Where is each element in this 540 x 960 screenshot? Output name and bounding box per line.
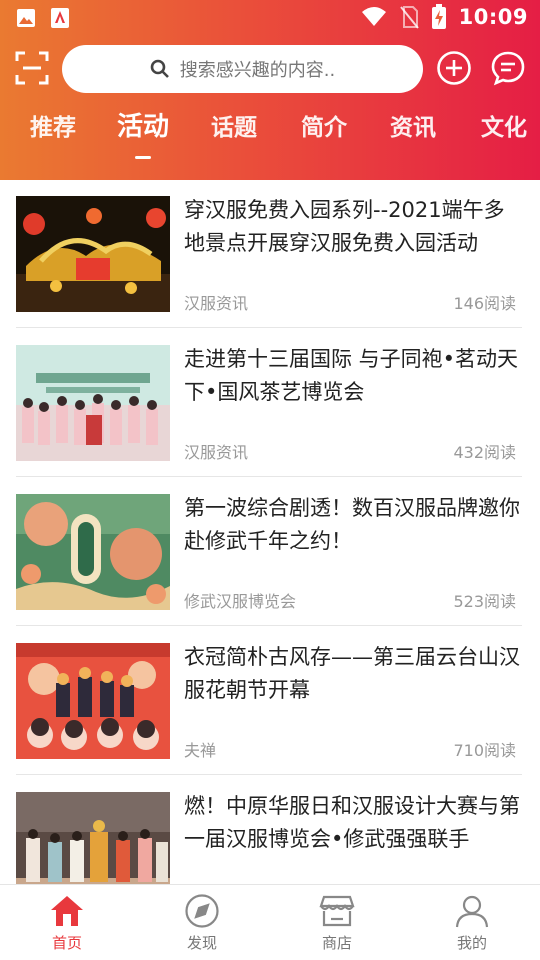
clock: 10:09: [458, 5, 528, 29]
search-placeholder: 搜索感兴趣的内容..: [179, 60, 336, 81]
nav-shop-label: 商店: [321, 934, 352, 952]
status-bar: 10:09: [0, 0, 540, 36]
tab-topics[interactable]: 话题: [211, 108, 257, 142]
plus-circle-icon: [437, 51, 471, 85]
nav-profile[interactable]: 我的: [422, 893, 522, 957]
article-thumbnail: [16, 494, 170, 610]
article-item[interactable]: 走进第十三届国际 与子同袍•茗动天下•国风茶艺博览会 汉服资讯 432阅读: [16, 329, 522, 477]
bottom-navigation: 首页 发现 商店 我的: [0, 884, 540, 960]
add-button[interactable]: [436, 50, 472, 86]
scan-button[interactable]: [12, 48, 52, 88]
chat-bubble-icon: [491, 51, 525, 86]
article-source: 汉服资讯: [184, 443, 249, 462]
nav-shop[interactable]: 商店: [287, 893, 387, 957]
article-read-count: 146阅读: [453, 294, 516, 313]
scan-icon: [15, 51, 49, 85]
article-source: 修武汉服博览会: [184, 592, 297, 611]
app-notification-icon: [51, 8, 69, 28]
search-icon: [150, 59, 169, 78]
tab-recommend[interactable]: 推荐: [30, 108, 76, 142]
article-thumbnail: [16, 643, 170, 759]
article-read-count: 432阅读: [453, 443, 516, 462]
nav-discover[interactable]: 发现: [152, 893, 252, 957]
nav-discover-label: 发现: [186, 934, 217, 952]
article-source: 汉服资讯: [184, 294, 249, 313]
article-title: 燃！中原华服日和汉服设计大赛与第一届汉服博览会•修武强强联手: [184, 794, 520, 851]
article-item[interactable]: 穿汉服免费入园系列--2021端午多地景点开展穿汉服免费入园活动 汉服资讯 14…: [16, 180, 522, 328]
compass-icon: [185, 894, 219, 928]
nav-profile-label: 我的: [456, 934, 487, 952]
no-sim-icon: [399, 6, 419, 29]
article-read-count: 523阅读: [453, 592, 516, 611]
nav-home[interactable]: 首页: [17, 893, 117, 957]
message-button[interactable]: [490, 50, 528, 88]
article-title: 穿汉服免费入园系列--2021端午多地景点开展穿汉服免费入园活动: [184, 198, 505, 255]
article-title: 走进第十三届国际 与子同袍•茗动天下•国风茶艺博览会: [184, 347, 519, 404]
store-icon: [319, 895, 355, 927]
battery-charging-icon: [431, 4, 446, 29]
article-source: 夫禅: [184, 741, 217, 760]
tab-intro[interactable]: 简介: [301, 108, 347, 142]
category-tabs: 推荐 活动 话题 简介 资讯 文化: [0, 108, 540, 164]
active-tab-indicator: [135, 156, 151, 159]
tab-activity[interactable]: 活动: [117, 106, 169, 143]
article-thumbnail: [16, 792, 170, 884]
app-header: 10:09 搜索感兴趣的内容.. 推荐 活动 话题 简介 资讯 文化: [0, 0, 540, 180]
user-icon: [455, 895, 489, 928]
article-item[interactable]: 第一波综合剧透！数百汉服品牌邀你赴修武千年之约！ 修武汉服博览会 523阅读: [16, 478, 522, 626]
article-thumbnail: [16, 196, 170, 312]
article-item[interactable]: 衣冠简朴古风存——第三届云台山汉服花朝节开幕 夫禅 710阅读: [16, 627, 522, 775]
article-read-count: 710阅读: [453, 741, 516, 760]
article-title: 第一波综合剧透！数百汉服品牌邀你赴修武千年之约！: [184, 496, 520, 553]
article-title: 衣冠简朴古风存——第三届云台山汉服花朝节开幕: [184, 645, 520, 702]
home-icon: [51, 896, 83, 926]
tab-culture[interactable]: 文化: [481, 108, 527, 142]
nav-home-label: 首页: [51, 934, 82, 952]
article-item[interactable]: 燃！中原华服日和汉服设计大赛与第一届汉服博览会•修武强强联手: [16, 776, 522, 884]
gallery-notification-icon: [17, 9, 35, 27]
tab-news[interactable]: 资讯: [390, 108, 436, 142]
search-input[interactable]: 搜索感兴趣的内容..: [62, 45, 423, 93]
wifi-icon: [361, 7, 386, 26]
article-feed: 穿汉服免费入园系列--2021端午多地景点开展穿汉服免费入园活动 汉服资讯 14…: [0, 180, 540, 884]
article-thumbnail: [16, 345, 170, 461]
